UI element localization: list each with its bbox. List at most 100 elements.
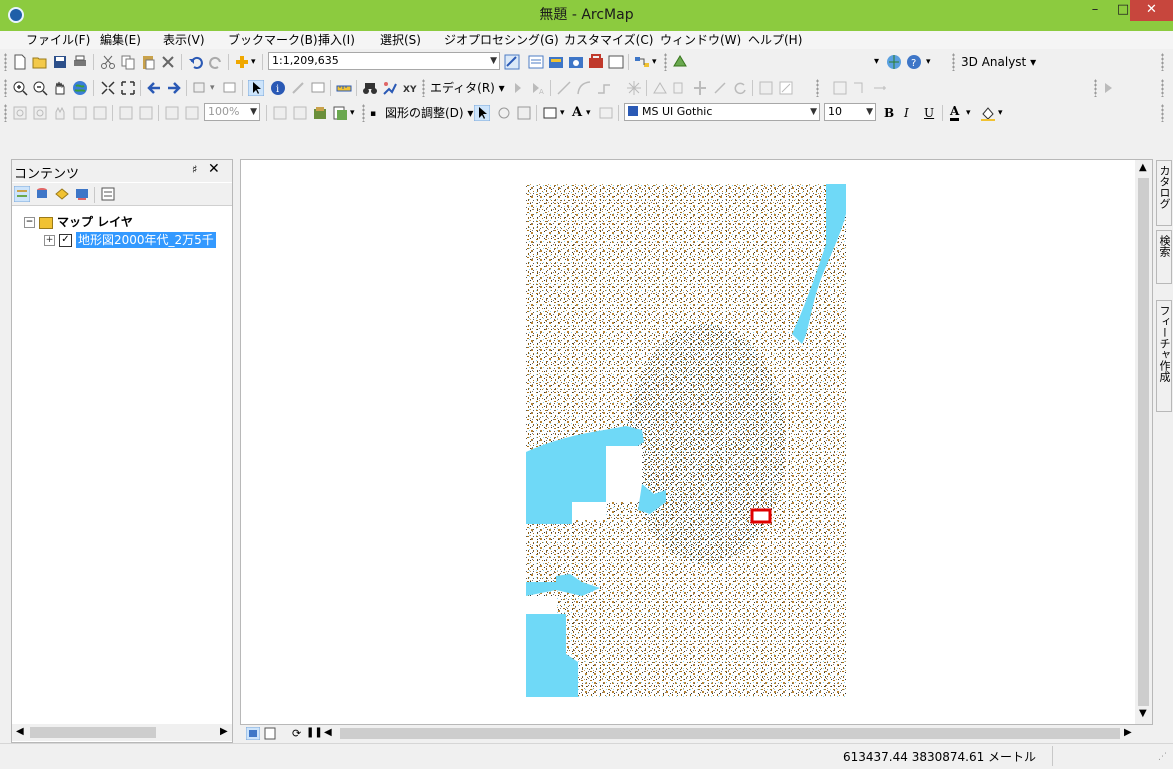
- layout-zoom-in-icon[interactable]: [12, 105, 28, 121]
- toc-scroll-thumb[interactable]: [30, 727, 156, 738]
- add-data-dropdown-icon[interactable]: ▾: [251, 54, 256, 70]
- find-binoculars-icon[interactable]: [362, 80, 378, 96]
- close-button[interactable]: ✕: [1130, 0, 1173, 21]
- chevron-down-icon[interactable]: ▾: [210, 80, 215, 96]
- clear-selection-icon[interactable]: [222, 80, 238, 96]
- reshape-icon[interactable]: [672, 80, 688, 96]
- straight-segment-icon[interactable]: [556, 80, 572, 96]
- copy-icon[interactable]: [120, 54, 136, 70]
- collapse-icon[interactable]: −: [24, 217, 35, 228]
- chevron-down-icon[interactable]: ▾: [874, 54, 879, 70]
- cut-icon[interactable]: [100, 54, 116, 70]
- back-arrow-icon[interactable]: [146, 80, 162, 96]
- trace-icon[interactable]: [596, 80, 612, 96]
- save-icon[interactable]: [52, 54, 68, 70]
- refresh-icon[interactable]: ⟳: [292, 727, 301, 740]
- font-name-combo[interactable]: MS UI Gothic ▼: [624, 103, 820, 121]
- 3d-analyst-menu[interactable]: 3D Analyst ▾: [961, 54, 1036, 70]
- georeferencing-icon[interactable]: [672, 54, 688, 70]
- data-view-icon[interactable]: [246, 727, 260, 740]
- toggle-draft-mode-icon[interactable]: [272, 105, 288, 121]
- list-by-drawing-order-icon[interactable]: [14, 186, 30, 202]
- pin-icon[interactable]: ♯: [192, 163, 197, 176]
- help-icon[interactable]: ?: [906, 54, 922, 70]
- layer-group-map-layers[interactable]: − マップ レイヤ: [24, 214, 133, 230]
- menu-selection[interactable]: 選択(S): [376, 31, 425, 49]
- arctoolbox-icon[interactable]: [588, 54, 604, 70]
- convert-text-icon[interactable]: [598, 105, 614, 121]
- catalog-tab[interactable]: カタログ: [1156, 160, 1172, 226]
- identify-icon[interactable]: i: [270, 80, 286, 96]
- map-hscroll-thumb[interactable]: [340, 728, 1120, 739]
- layer-name[interactable]: 地形図2000年代_2万5千: [76, 232, 216, 248]
- menu-insert[interactable]: 挿入(I): [314, 31, 359, 49]
- layout-pan-icon[interactable]: [52, 105, 68, 121]
- underline-button[interactable]: U: [924, 105, 934, 121]
- menu-geoprocessing[interactable]: ジオプロセシング(G): [440, 31, 563, 49]
- resize-grip-icon[interactable]: ⋰: [1158, 752, 1167, 762]
- split-icon[interactable]: [712, 80, 728, 96]
- list-by-source-icon[interactable]: [34, 186, 50, 202]
- menu-file[interactable]: ファイル(F): [22, 31, 94, 49]
- editor-toolbar-icon[interactable]: [504, 54, 520, 70]
- chevron-down-icon[interactable]: ▾: [586, 105, 591, 121]
- text-tool-icon[interactable]: A: [572, 105, 582, 121]
- search-window-icon[interactable]: [568, 54, 584, 70]
- edit-tool-icon[interactable]: [510, 80, 526, 96]
- pan-hand-icon[interactable]: [52, 80, 68, 96]
- forward-arrow-icon[interactable]: [166, 80, 182, 96]
- zoom-whole-page-icon[interactable]: [72, 105, 88, 121]
- print-icon[interactable]: [72, 54, 88, 70]
- menu-bookmarks[interactable]: ブックマーク(B): [224, 31, 322, 49]
- minimize-button[interactable]: –: [1080, 0, 1110, 21]
- focus-data-frame-icon[interactable]: [292, 105, 308, 121]
- options-icon[interactable]: [100, 186, 116, 202]
- map-vscroll-thumb[interactable]: [1138, 178, 1149, 706]
- catalog-window-icon[interactable]: [548, 54, 564, 70]
- redo-icon[interactable]: [208, 54, 224, 70]
- cut-polygons-icon[interactable]: [692, 80, 708, 96]
- select-elements-arrow-icon[interactable]: [248, 80, 264, 96]
- find-route-icon[interactable]: [382, 80, 398, 96]
- rotate-element-icon[interactable]: [496, 105, 512, 121]
- menu-help[interactable]: ヘルプ(H): [744, 31, 806, 49]
- chevron-down-icon[interactable]: ▾: [926, 54, 931, 70]
- editor-menu[interactable]: エディタ(R) ▾: [430, 80, 505, 96]
- end-point-arc-icon[interactable]: [576, 80, 592, 96]
- python-window-icon[interactable]: [608, 54, 624, 70]
- attributes-icon[interactable]: [758, 80, 774, 96]
- select-elements-icon[interactable]: [474, 105, 490, 121]
- modelbuilder-icon[interactable]: [634, 54, 650, 70]
- scroll-up-icon[interactable]: ▲: [1139, 162, 1147, 173]
- full-extent-globe-icon[interactable]: [72, 80, 88, 96]
- previous-extent-layout-icon[interactable]: [164, 105, 180, 121]
- point-icon[interactable]: [626, 80, 642, 96]
- layer-item[interactable]: + ✓ 地形図2000年代_2万5千: [44, 232, 216, 248]
- chevron-down-icon[interactable]: ▾: [998, 105, 1003, 121]
- layout-zoom-out-icon[interactable]: [32, 105, 48, 121]
- zoom-out-icon[interactable]: [32, 80, 48, 96]
- data-driven-pages-icon[interactable]: [332, 105, 348, 121]
- change-layout-icon[interactable]: [312, 105, 328, 121]
- table-of-contents-icon[interactable]: [528, 54, 544, 70]
- scroll-left-icon[interactable]: ◀: [324, 727, 332, 738]
- chevron-down-icon[interactable]: ▾: [652, 54, 657, 70]
- zoom-percent-combo[interactable]: 100% ▼: [204, 103, 260, 121]
- play-icon[interactable]: [1100, 80, 1116, 96]
- bold-button[interactable]: B: [884, 105, 894, 121]
- next-extent-layout-icon[interactable]: [184, 105, 200, 121]
- topographic-map-raster[interactable]: [526, 184, 846, 697]
- layout-view-icon[interactable]: [264, 727, 276, 740]
- scroll-right-icon[interactable]: ▶: [1124, 727, 1132, 738]
- chevron-down-icon[interactable]: ▾: [350, 105, 355, 121]
- snapping-end-icon[interactable]: [852, 80, 868, 96]
- add-data-icon[interactable]: [234, 54, 250, 70]
- map-scale-combo[interactable]: 1:1,209,635 ▼: [268, 52, 500, 70]
- zoom-100-icon[interactable]: [92, 105, 108, 121]
- rotate-icon[interactable]: [732, 80, 748, 96]
- expand-icon[interactable]: +: [44, 235, 55, 246]
- layer-visibility-checkbox[interactable]: ✓: [59, 234, 72, 247]
- go-to-xy-icon[interactable]: XY: [402, 80, 418, 96]
- italic-button[interactable]: I: [904, 105, 909, 121]
- chevron-down-icon[interactable]: ▾: [560, 105, 565, 121]
